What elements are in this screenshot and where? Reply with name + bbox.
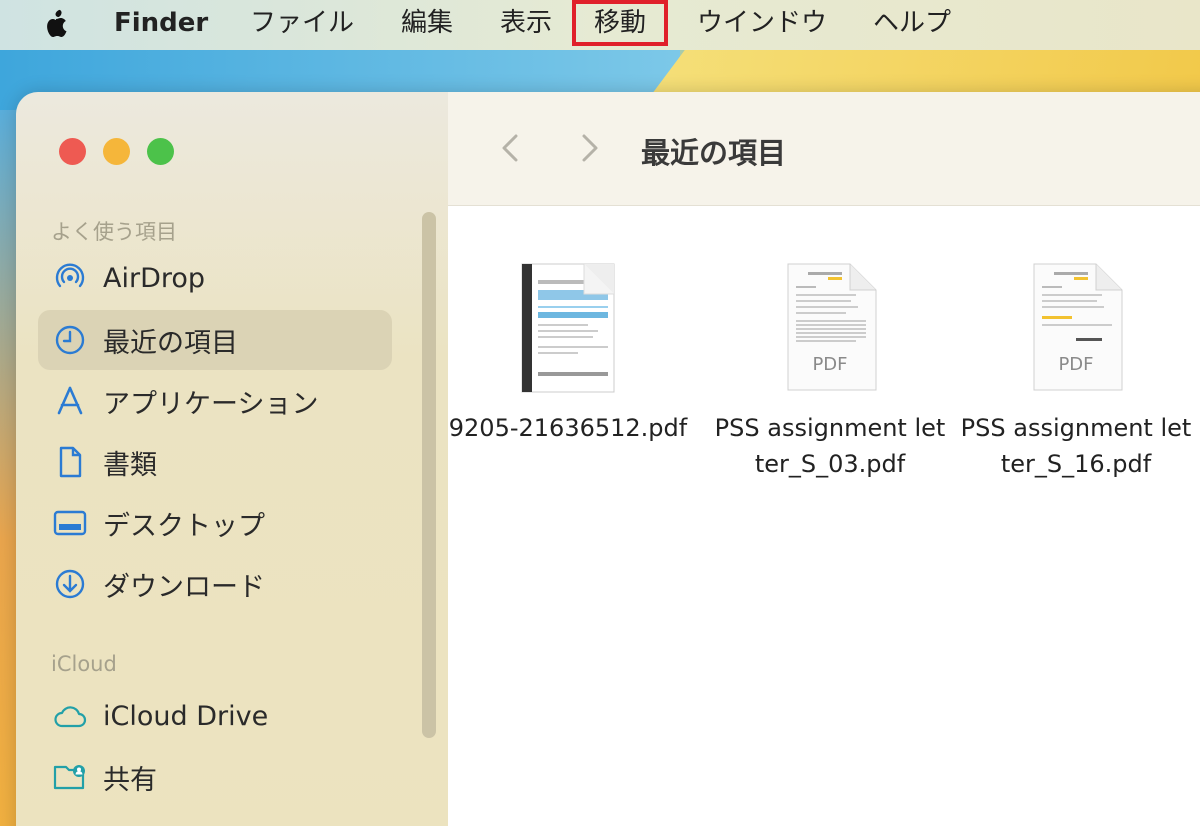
menu-bar: Finder ファイル 編集 表示 移動 ウインドウ ヘルプ bbox=[0, 0, 1200, 50]
sidebar-item-label: 書類 bbox=[103, 449, 157, 481]
menu-finder[interactable]: Finder bbox=[114, 0, 208, 50]
sidebar-item-desktop[interactable]: デスクトップ bbox=[38, 493, 392, 553]
menu-edit[interactable]: 編集 bbox=[401, 0, 453, 50]
cloud-icon bbox=[54, 706, 87, 728]
pdf-badge: PDF bbox=[812, 354, 848, 375]
clock-icon bbox=[55, 325, 85, 355]
file-item[interactable]: 9205-21636512.pdf bbox=[448, 242, 688, 482]
file-name: PSS assignment letter_S_03.pdf bbox=[714, 414, 946, 478]
sidebar-item-recents[interactable]: 最近の項目 bbox=[38, 310, 392, 370]
sidebar-item-label: 共有 bbox=[103, 764, 157, 796]
menu-help[interactable]: ヘルプ bbox=[873, 0, 951, 50]
menu-go[interactable]: 移動 bbox=[572, 0, 669, 46]
sidebar: よく使う項目 AirDrop 最近の項目 アプリケーション 書類 デスクトップ … bbox=[16, 92, 448, 826]
desktop-icon bbox=[53, 510, 87, 536]
file-name: PSS assignment letter_S_16.pdf bbox=[960, 414, 1192, 478]
sidebar-item-icloud-drive[interactable]: iCloud Drive bbox=[38, 686, 392, 746]
sidebar-item-applications[interactable]: アプリケーション bbox=[38, 371, 392, 431]
sidebar-item-label: AirDrop bbox=[103, 262, 206, 294]
document-icon bbox=[59, 446, 82, 478]
pdf-badge: PDF bbox=[1058, 354, 1094, 375]
download-icon bbox=[55, 569, 85, 599]
file-name: 9205-21636512.pdf bbox=[448, 414, 688, 442]
apps-icon bbox=[57, 386, 83, 415]
content-area: 最近の項目 9205-21636512.pdf PDF PSS assignme… bbox=[448, 92, 1200, 826]
sidebar-scrollbar[interactable] bbox=[422, 212, 436, 738]
file-item[interactable]: PDF PSS assignment letter_S_03.pdf bbox=[710, 242, 950, 482]
pdf-preview-icon bbox=[521, 263, 615, 393]
toolbar: 最近の項目 bbox=[448, 92, 1200, 206]
desktop-background-strip bbox=[0, 110, 16, 826]
sidebar-item-downloads[interactable]: ダウンロード bbox=[38, 554, 392, 614]
airdrop-icon bbox=[55, 263, 85, 288]
finder-window: よく使う項目 AirDrop 最近の項目 アプリケーション 書類 デスクトップ … bbox=[16, 92, 1200, 826]
shared-folder-icon bbox=[53, 765, 85, 790]
minimize-button[interactable] bbox=[103, 138, 130, 165]
file-item[interactable]: PDF PSS assignment letter_S_16.pdf bbox=[956, 242, 1196, 482]
sidebar-item-label: デスクトップ bbox=[103, 510, 265, 542]
sidebar-item-shared[interactable]: 共有 bbox=[38, 747, 392, 807]
section-title-icloud: iCloud bbox=[51, 652, 117, 676]
menu-window[interactable]: ウインドウ bbox=[697, 0, 827, 50]
menu-file[interactable]: ファイル bbox=[250, 0, 354, 50]
sidebar-item-label: ダウンロード bbox=[103, 571, 265, 603]
sidebar-item-label: 最近の項目 bbox=[103, 327, 238, 359]
menu-view[interactable]: 表示 bbox=[500, 0, 552, 50]
section-title-favorites: よく使う項目 bbox=[51, 220, 177, 244]
window-title: 最近の項目 bbox=[641, 136, 787, 170]
sidebar-item-label: iCloud Drive bbox=[103, 700, 269, 732]
forward-chevron-icon[interactable] bbox=[574, 130, 604, 166]
back-chevron-icon[interactable] bbox=[496, 130, 526, 166]
close-button[interactable] bbox=[59, 138, 86, 165]
sidebar-item-documents[interactable]: 書類 bbox=[38, 432, 392, 492]
apple-logo-icon[interactable] bbox=[40, 9, 72, 41]
sidebar-item-label: アプリケーション bbox=[103, 388, 319, 420]
sidebar-item-airdrop[interactable]: AirDrop bbox=[38, 248, 392, 308]
zoom-button[interactable] bbox=[147, 138, 174, 165]
